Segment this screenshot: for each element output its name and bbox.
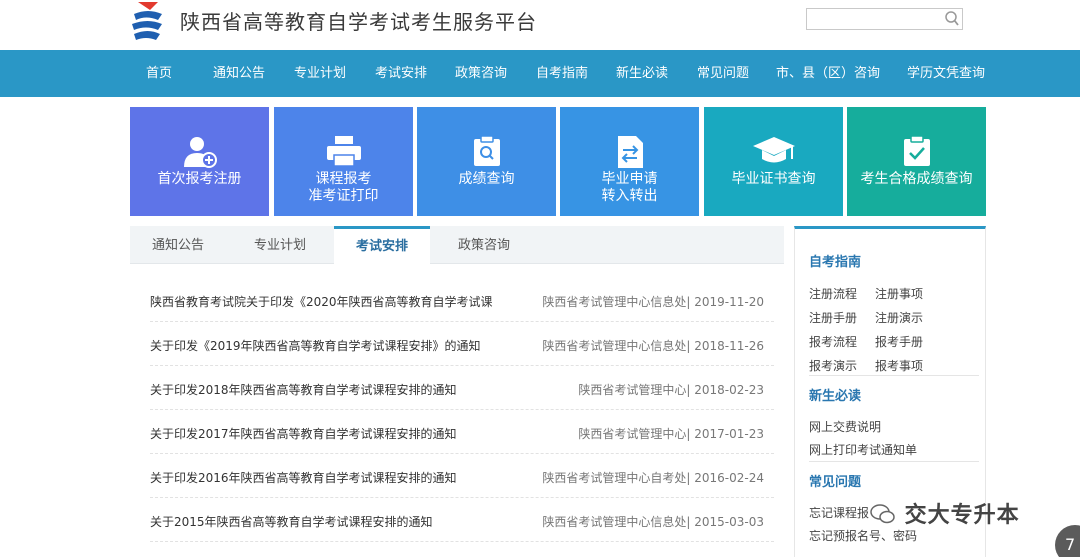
watermark-text: 交大专升本 [904, 503, 1020, 528]
tab-exam-schedule[interactable]: 考试安排 [334, 226, 430, 265]
tile-label-2: 准考证打印 [308, 188, 379, 204]
news-title-link[interactable]: 陕西省教育考试院关于印发《2020年陕西省高等教育自学考试课 [150, 293, 493, 310]
news-title-link[interactable]: 关于2015年陕西省高等教育自学考试课程安排的通知 [150, 513, 433, 530]
tile-certificate-query[interactable]: 毕业证书查询 [704, 107, 843, 216]
newbie-link[interactable]: 网上打印考试通知单 [809, 441, 917, 458]
news-row: 关于印发2018年陕西省高等教育自学考试课程安排的通知 陕西省考试管理中心| 2… [150, 366, 774, 410]
news-row: 关于印发2016年陕西省高等教育自学考试课程安排的通知 陕西省考试管理中心自考处… [150, 454, 774, 498]
news-row: 关于印发《2019年陕西省高等教育自学考试课程安排》的通知 陕西省考试管理中心信… [150, 322, 774, 366]
tab-notices[interactable]: 通知公告 [130, 226, 226, 264]
main-nav: 首页 通知公告 专业计划 考试安排 政策咨询 自考指南 新生必读 常见问题 市、… [0, 50, 1080, 97]
guide-link[interactable]: 报考事项 [875, 357, 923, 374]
tile-label: 毕业申请 [601, 171, 658, 187]
news-panel: 通知公告 专业计划 考试安排 政策咨询 陕西省教育考试院关于印发《2020年陕西… [130, 226, 784, 557]
graduation-cap-icon [752, 137, 795, 163]
nav-policy[interactable]: 政策咨询 [455, 50, 507, 97]
nav-diploma-query[interactable]: 学历文凭查询 [907, 50, 985, 97]
wechat-icon [870, 504, 895, 524]
divider [809, 461, 979, 462]
news-tabs: 通知公告 专业计划 考试安排 政策咨询 [130, 226, 784, 265]
divider [809, 375, 979, 376]
newbie-heading: 新生必读 [809, 389, 862, 404]
tile-label: 首次报考注册 [157, 171, 242, 187]
tile-course-registration[interactable]: 课程报考 准考证打印 [274, 107, 413, 216]
tile-first-registration[interactable]: 首次报考注册 [130, 107, 269, 216]
nav-notices[interactable]: 通知公告 [213, 50, 265, 97]
site-title: 陕西省高等教育自学考试考生服务平台 [180, 10, 537, 34]
search-input[interactable] [806, 8, 942, 30]
watermark: 交大专升本 [870, 497, 1020, 529]
tile-qualified-score-query[interactable]: 考生合格成绩查询 [847, 107, 986, 216]
nav-city-consult[interactable]: 市、县（区）咨询 [776, 50, 880, 97]
nav-faq[interactable]: 常见问题 [697, 50, 749, 97]
news-source-date: 陕西省考试管理中心| 2017-01-23 [578, 427, 764, 441]
newbie-link[interactable]: 网上交费说明 [809, 418, 881, 435]
faq-link[interactable]: 忘记课程报 [809, 504, 869, 521]
tile-label: 课程报考 [315, 171, 372, 187]
nav-exam-schedule[interactable]: 考试安排 [375, 50, 427, 97]
guide-link[interactable]: 报考流程 [809, 333, 857, 350]
guide-heading: 自考指南 [809, 255, 862, 270]
nav-home[interactable]: 首页 [146, 50, 172, 97]
news-source-date: 陕西省考试管理中心信息处| 2015-03-03 [542, 515, 764, 529]
guide-link[interactable]: 报考手册 [875, 333, 923, 350]
nav-majors[interactable]: 专业计划 [294, 50, 346, 97]
news-title-link[interactable]: 关于印发2018年陕西省高等教育自学考试课程安排的通知 [150, 381, 457, 398]
news-row: 陕西省教育考试院关于印发《2020年陕西省高等教育自学考试课 陕西省考试管理中心… [150, 278, 774, 322]
nav-guide[interactable]: 自考指南 [536, 50, 588, 97]
news-title-link[interactable]: 关于印发2016年陕西省高等教育自学考试课程安排的通知 [150, 469, 457, 486]
search-icon [945, 11, 959, 26]
tab-policy[interactable]: 政策咨询 [436, 226, 532, 264]
tile-label-2: 转入转出 [601, 188, 658, 204]
news-row: 关于2015年陕西省高等教育自学考试课程安排的通知 陕西省考试管理中心信息处| … [150, 498, 774, 542]
news-source-date: 陕西省考试管理中心| 2018-02-23 [578, 383, 764, 397]
tab-majors[interactable]: 专业计划 [232, 226, 328, 264]
faq-heading: 常见问题 [809, 475, 862, 490]
news-row: 关于印发2017年陕西省高等教育自学考试课程安排的通知 陕西省考试管理中心| 2… [150, 410, 774, 454]
corner-badge: 7 [1055, 525, 1080, 557]
user-add-icon [183, 137, 217, 168]
tile-score-query[interactable]: 成绩查询 [417, 107, 556, 216]
clipboard-search-icon [473, 135, 500, 166]
checklist-icon [903, 135, 930, 166]
news-source-date: 陕西省考试管理中心自考处| 2016-02-24 [542, 471, 764, 485]
site-logo [132, 2, 162, 40]
tile-label: 考生合格成绩查询 [860, 171, 973, 187]
guide-link[interactable]: 报考演示 [809, 357, 857, 374]
news-title-link[interactable]: 关于印发2017年陕西省高等教育自学考试课程安排的通知 [150, 425, 457, 442]
guide-link[interactable]: 注册手册 [809, 309, 857, 326]
tile-graduation-apply[interactable]: 毕业申请 转入转出 [560, 107, 699, 216]
header: 陕西省高等教育自学考试考生服务平台 [0, 0, 1080, 50]
printer-icon [326, 136, 361, 167]
tile-label: 毕业证书查询 [731, 171, 816, 187]
news-source-date: 陕西省考试管理中心信息处| 2018-11-26 [542, 339, 764, 353]
news-source-date: 陕西省考试管理中心信息处| 2019-11-20 [542, 295, 764, 309]
transfer-doc-icon [617, 136, 643, 168]
tile-label: 成绩查询 [458, 171, 515, 187]
news-title-link[interactable]: 关于印发《2019年陕西省高等教育自学考试课程安排》的通知 [150, 337, 481, 354]
guide-link[interactable]: 注册流程 [809, 285, 857, 302]
guide-link[interactable]: 注册演示 [875, 309, 923, 326]
nav-newbie[interactable]: 新生必读 [616, 50, 668, 97]
guide-link[interactable]: 注册事项 [875, 285, 923, 302]
faq-link[interactable]: 忘记预报名号、密码 [809, 527, 917, 544]
search-button[interactable] [941, 8, 963, 30]
